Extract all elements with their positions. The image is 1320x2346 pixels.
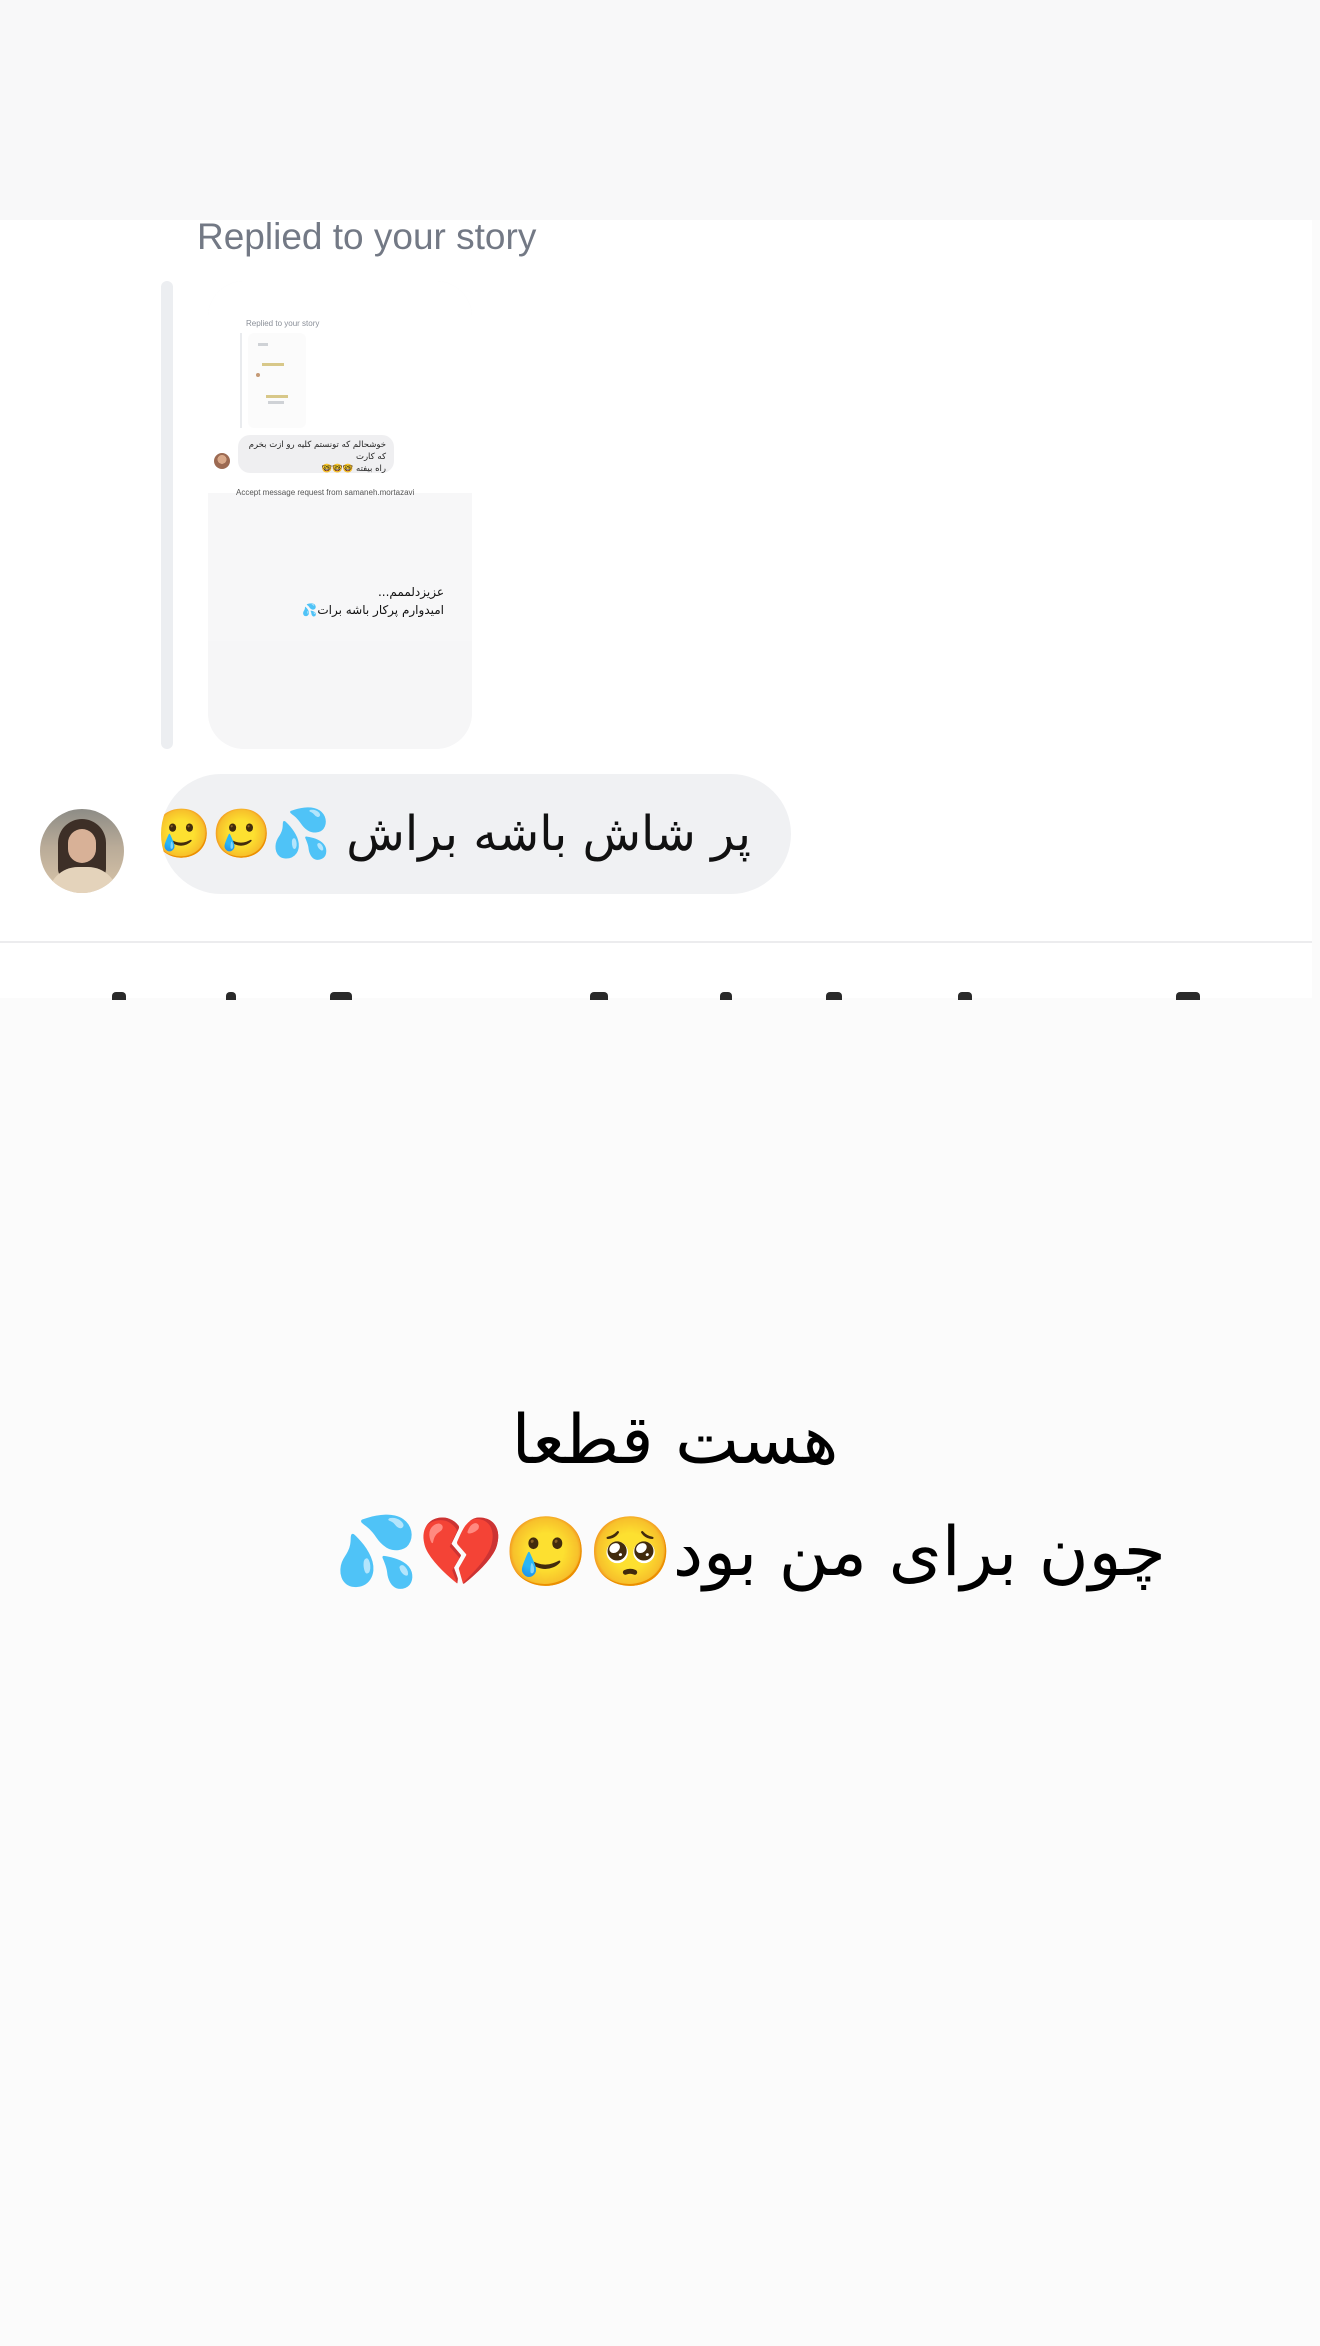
message-text: پر شاش باشه براش 💦🥲🥲🥲 [161, 806, 751, 862]
story-preview-thumbnail[interactable]: Replied to your story خوشحالم که تونستم … [208, 281, 472, 749]
preview-quote-line2: امیدوارم پرکار باشه برات💦 [302, 603, 444, 617]
caption-line1: هست قطعا [511, 1401, 839, 1480]
preview-story-quote: عزیزدلممم... امیدوارم پرکار باشه برات💦 [302, 583, 444, 619]
sender-avatar[interactable] [40, 809, 124, 893]
preview-request-text: Accept message request from samaneh.mort… [236, 488, 415, 497]
preview-nested-thumbnail [248, 333, 306, 428]
preview-message-line1: خوشحالم که تونستم کلیه رو ازت بخرم که کا… [248, 440, 386, 462]
reply-quote-bar [161, 281, 173, 749]
preview-message-bubble: خوشحالم که تونستم کلیه رو ازت بخرم که کا… [238, 435, 394, 474]
preview-avatar [214, 453, 230, 469]
overlay-caption: هست قطعا چون برای من بود🥺🥲💔💦 [300, 1385, 1200, 1609]
screenshot-page: Replied to your story Replied to your st… [0, 0, 1320, 2346]
preview-reply-label: Replied to your story [246, 319, 320, 328]
message-bubble[interactable]: پر شاش باشه براش 💦🥲🥲🥲 [161, 774, 791, 894]
top-background [0, 0, 1320, 220]
divider [0, 941, 1312, 943]
story-reply-label: Replied to your story [197, 216, 537, 257]
preview-quote-line1: عزیزدلممم... [377, 585, 444, 599]
caption-line2: چون برای من بود🥺🥲💔💦 [334, 1513, 1166, 1592]
preview-bottom-section [208, 641, 472, 749]
cropped-text-strip [0, 990, 1320, 1000]
preview-message-line2: راه بیفته 🤓🤓🤓 [321, 464, 386, 474]
preview-quote-bar [240, 333, 242, 428]
